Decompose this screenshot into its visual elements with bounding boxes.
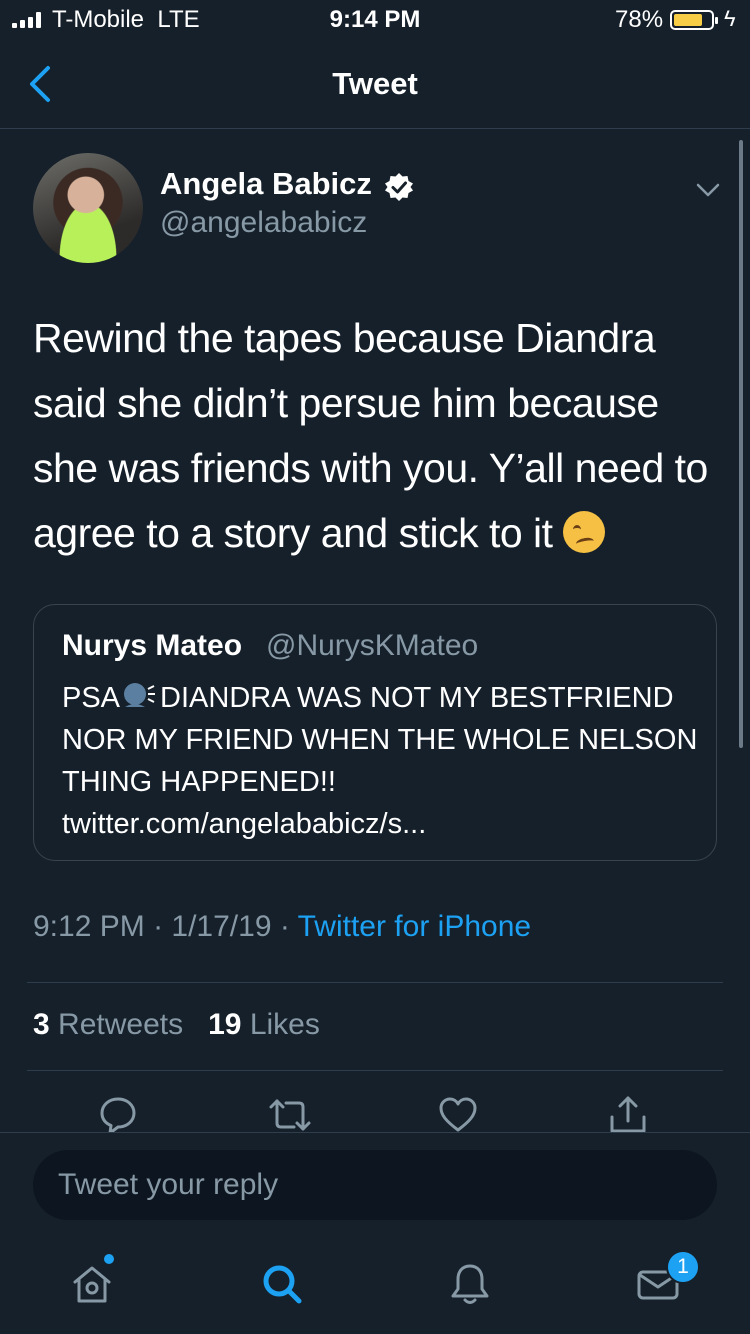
battery-percent: 78% bbox=[615, 6, 664, 33]
author-name[interactable]: Angela Babicz bbox=[160, 166, 372, 202]
status-bar: T-Mobile LTE 9:14 PM 78% ϟ bbox=[0, 0, 750, 42]
tweet-stats: 3 Retweets 19 Likes bbox=[33, 1008, 320, 1042]
page-title: Tweet bbox=[332, 66, 418, 101]
tweet-body: Rewind the tapes because Diandra said sh… bbox=[33, 315, 708, 556]
woozy-face-emoji-icon bbox=[563, 511, 606, 553]
avatar[interactable] bbox=[33, 153, 143, 263]
retweet-icon[interactable] bbox=[268, 1095, 312, 1135]
reply-icon[interactable] bbox=[98, 1095, 138, 1135]
quoted-author-handle: @NurysKMateo bbox=[266, 629, 479, 662]
quoted-link[interactable]: twitter.com/angelababicz/s... bbox=[62, 808, 426, 840]
retweets-label: Retweets bbox=[58, 1008, 184, 1041]
reply-input[interactable] bbox=[33, 1150, 717, 1220]
search-icon[interactable] bbox=[260, 1262, 304, 1306]
nav-bar: Tweet bbox=[0, 42, 750, 129]
divider bbox=[27, 1070, 723, 1071]
speaking-head-emoji-icon bbox=[124, 683, 156, 707]
home-icon[interactable] bbox=[70, 1262, 114, 1306]
reply-bar bbox=[0, 1132, 750, 1233]
retweets-stat[interactable]: 3 Retweets bbox=[33, 1008, 183, 1041]
quoted-text-prefix: PSA bbox=[62, 682, 121, 714]
tweet-source-link[interactable]: Twitter for iPhone bbox=[298, 910, 531, 943]
share-icon[interactable] bbox=[608, 1095, 648, 1135]
tweet-time: 9:12 PM bbox=[33, 910, 145, 943]
likes-label: Likes bbox=[249, 1008, 320, 1041]
quoted-tweet[interactable]: Nurys Mateo @NurysKMateo PSA DIANDRA WAS… bbox=[33, 604, 717, 861]
battery-icon bbox=[670, 10, 718, 30]
quoted-author-name: Nurys Mateo bbox=[62, 629, 243, 662]
charging-icon: ϟ bbox=[724, 6, 736, 31]
messages-badge: 1 bbox=[666, 1250, 700, 1284]
home-unread-dot bbox=[104, 1254, 114, 1264]
tab-bar bbox=[0, 1232, 750, 1334]
tweet-meta: 9:12 PM · 1/17/19 · Twitter for iPhone bbox=[33, 910, 532, 943]
scrollbar[interactable] bbox=[739, 140, 743, 748]
divider bbox=[27, 982, 723, 983]
author-handle[interactable]: @angelababicz bbox=[160, 206, 367, 240]
tweet-date: 1/17/19 bbox=[171, 910, 272, 943]
notifications-bell-icon[interactable] bbox=[448, 1262, 492, 1306]
likes-count: 19 bbox=[208, 1008, 242, 1041]
quoted-tweet-text: PSA DIANDRA WAS NOT MY BESTFRIEND NOR MY… bbox=[62, 677, 702, 845]
likes-stat[interactable]: 19 Likes bbox=[208, 1008, 320, 1041]
verified-badge-icon bbox=[385, 173, 413, 201]
like-heart-icon[interactable] bbox=[438, 1095, 478, 1135]
tweet-text: Rewind the tapes because Diandra said sh… bbox=[33, 306, 713, 566]
chevron-down-icon[interactable] bbox=[696, 182, 720, 198]
quoted-text-body: DIANDRA WAS NOT MY BESTFRIEND NOR MY FRI… bbox=[62, 682, 698, 798]
retweets-count: 3 bbox=[33, 1008, 50, 1041]
